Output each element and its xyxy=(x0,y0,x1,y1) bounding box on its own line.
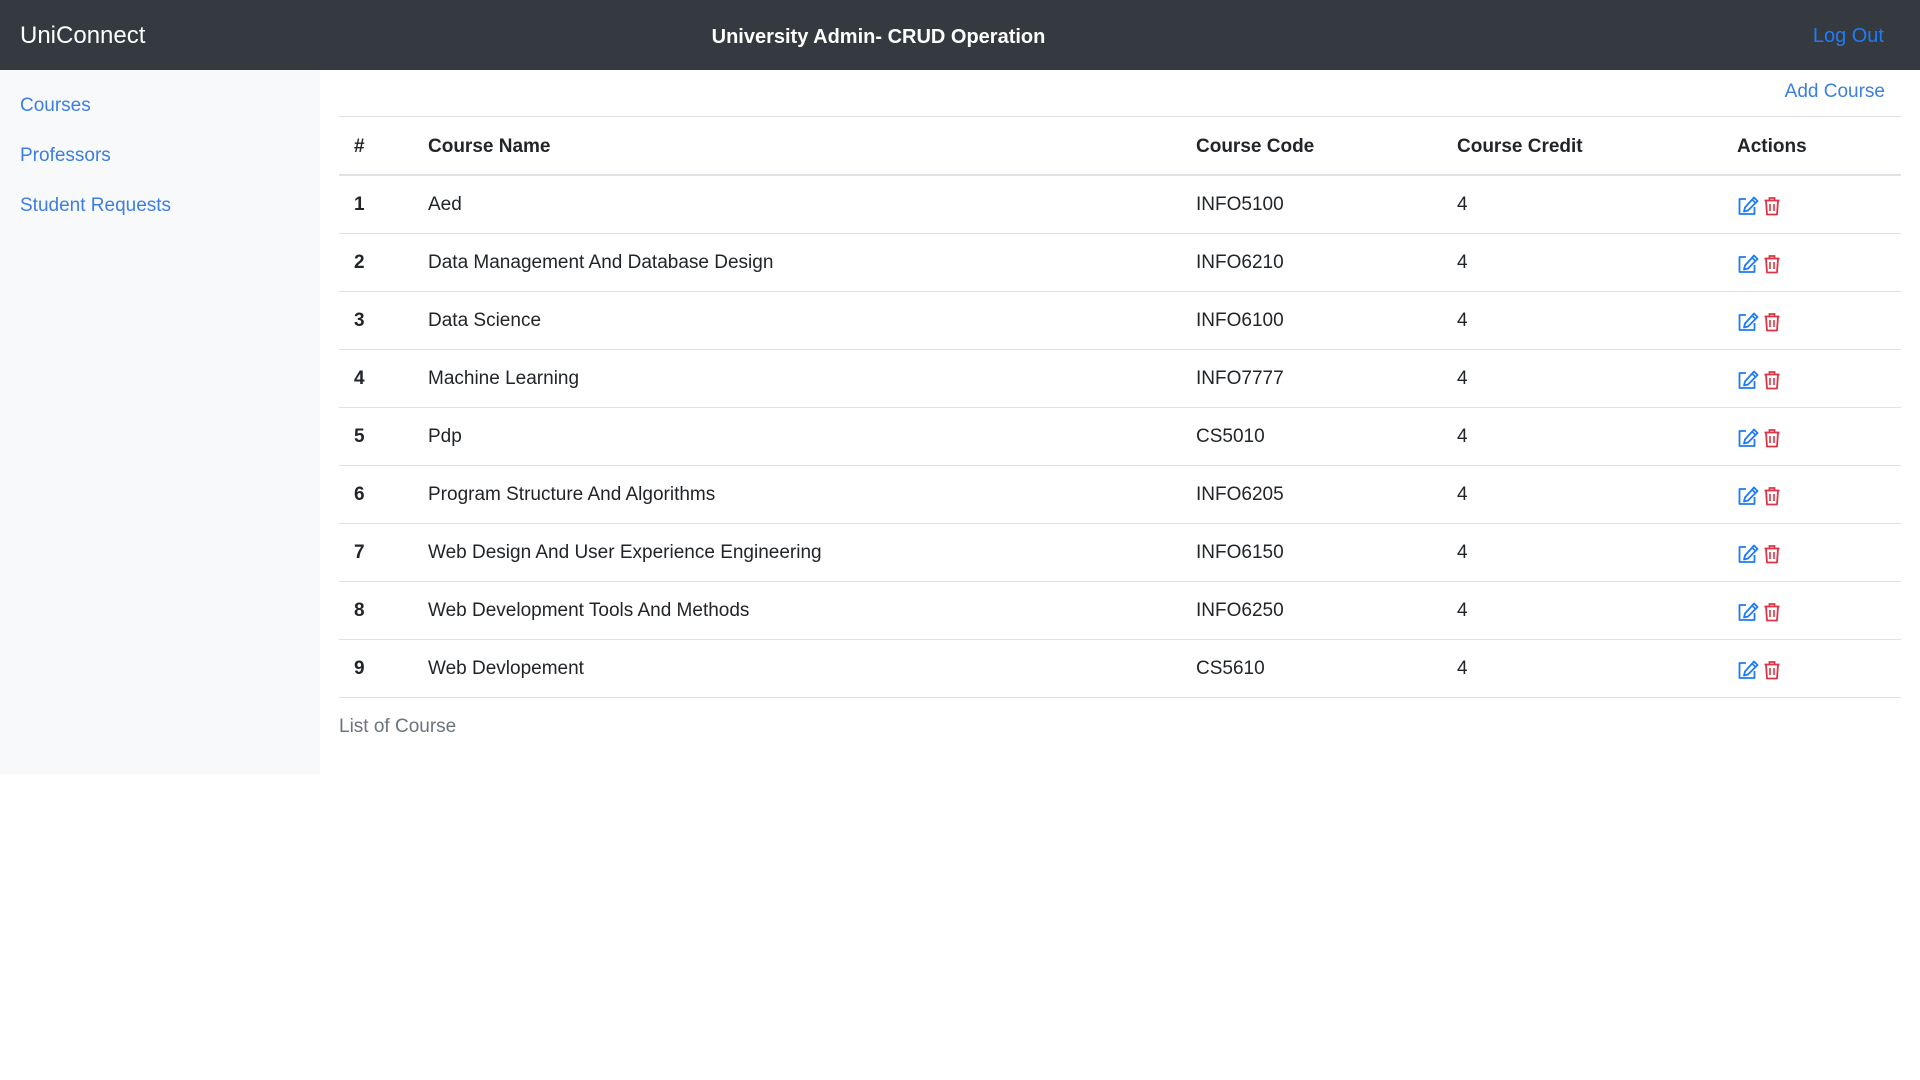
course-credit-cell: 4 xyxy=(1457,194,1468,215)
course-code-cell: INFO6210 xyxy=(1196,252,1284,273)
table-body: 1 Aed INFO5100 4 2 Data Management And Databa… xyxy=(339,176,1901,698)
course-name-cell: Web Development Tools And Methods xyxy=(428,600,750,621)
sidebar-item-student-requests[interactable]: Student Requests xyxy=(20,195,171,217)
course-code-cell: CS5610 xyxy=(1196,658,1265,679)
course-name-cell: Program Structure And Algorithms xyxy=(428,484,716,505)
table-caption: List of Course xyxy=(339,716,457,737)
trash-icon[interactable] xyxy=(1763,370,1781,395)
table-row: 6 Program Structure And Algorithms INFO620… xyxy=(339,466,1901,524)
edit-icon[interactable] xyxy=(1737,254,1759,279)
row-number: 3 xyxy=(354,310,365,331)
table-row: 5 Pdp CS5010 4 xyxy=(339,408,1901,466)
row-number: 4 xyxy=(354,368,365,389)
course-name-cell: Data Science xyxy=(428,310,542,331)
trash-icon[interactable] xyxy=(1763,602,1781,627)
row-number: 2 xyxy=(354,252,365,273)
edit-icon[interactable] xyxy=(1737,660,1759,685)
course-credit-cell: 4 xyxy=(1457,542,1468,563)
course-credit-cell: 4 xyxy=(1457,252,1468,273)
row-number: 9 xyxy=(354,658,365,679)
course-name-cell: Web Design And User Experience Engineeri… xyxy=(428,542,822,563)
row-number: 1 xyxy=(354,194,365,215)
course-code-cell: INFO5100 xyxy=(1196,194,1284,215)
row-number: 8 xyxy=(354,600,365,621)
table-row: 4 Machine Learning INFO7777 4 xyxy=(339,350,1901,408)
trash-icon[interactable] xyxy=(1763,254,1781,279)
edit-icon[interactable] xyxy=(1737,312,1759,337)
table-row: 3 Data Science INFO6100 4 xyxy=(339,292,1901,350)
sidebar-item-courses[interactable]: Courses xyxy=(20,95,91,117)
course-name-cell: Web Devlopement xyxy=(428,658,584,679)
course-credit-cell: 4 xyxy=(1457,368,1468,389)
edit-icon[interactable] xyxy=(1737,602,1759,627)
header-course-name: Course Name xyxy=(428,136,551,157)
table-row: 7 Web Design And User Experience Engineer… xyxy=(339,524,1901,582)
add-course-link[interactable]: Add Course xyxy=(1785,81,1885,103)
row-number: 6 xyxy=(354,484,365,505)
row-number: 5 xyxy=(354,426,365,447)
course-code-cell: INFO6100 xyxy=(1196,310,1284,331)
trash-icon[interactable] xyxy=(1763,486,1781,511)
edit-icon[interactable] xyxy=(1737,428,1759,453)
course-name-cell: Pdp xyxy=(428,426,462,447)
trash-icon[interactable] xyxy=(1763,544,1781,569)
table-row: 8 Web Development Tools And Methods INFO62… xyxy=(339,582,1901,640)
course-code-cell: CS5010 xyxy=(1196,426,1265,447)
trash-icon[interactable] xyxy=(1763,196,1781,221)
sidebar: Courses Professors Student Requests xyxy=(0,70,320,774)
table-row: 9 Web Devlopement CS5610 4 xyxy=(339,640,1901,698)
course-name-cell: Machine Learning xyxy=(428,368,580,389)
sidebar-item-professors[interactable]: Professors xyxy=(20,145,111,167)
edit-icon[interactable] xyxy=(1737,544,1759,569)
course-credit-cell: 4 xyxy=(1457,426,1468,447)
course-name-cell: Data Management And Database Design xyxy=(428,252,774,273)
trash-icon[interactable] xyxy=(1763,312,1781,337)
edit-icon[interactable] xyxy=(1737,486,1759,511)
header-actions: Actions xyxy=(1737,136,1807,157)
logout-link[interactable]: Log Out xyxy=(1813,0,1884,70)
course-code-cell: INFO7777 xyxy=(1196,368,1284,389)
edit-icon[interactable] xyxy=(1737,196,1759,221)
course-code-cell: INFO6150 xyxy=(1196,542,1284,563)
course-credit-cell: 4 xyxy=(1457,484,1468,505)
course-credit-cell: 4 xyxy=(1457,310,1468,331)
table-row: 2 Data Management And Database Design INFO… xyxy=(339,234,1901,292)
course-code-cell: INFO6250 xyxy=(1196,600,1284,621)
header-number: # xyxy=(354,136,365,157)
course-credit-cell: 4 xyxy=(1457,600,1468,621)
course-name-cell: Aed xyxy=(428,194,462,215)
trash-icon[interactable] xyxy=(1763,660,1781,685)
courses-table: # Course Name Course Code Course Credit … xyxy=(339,116,1901,698)
page-title: University Admin- CRUD Operation xyxy=(711,26,1046,48)
table-row: 1 Aed INFO5100 4 xyxy=(339,176,1901,234)
header-course-credit: Course Credit xyxy=(1457,136,1583,157)
edit-icon[interactable] xyxy=(1737,370,1759,395)
trash-icon[interactable] xyxy=(1763,428,1781,453)
row-number: 7 xyxy=(354,542,365,563)
table-header-row: # Course Name Course Code Course Credit … xyxy=(339,117,1901,176)
course-code-cell: INFO6205 xyxy=(1196,484,1284,505)
course-credit-cell: 4 xyxy=(1457,658,1468,679)
header-course-code: Course Code xyxy=(1196,136,1315,157)
top-navbar: UniConnect University Admin- CRUD Operat… xyxy=(0,0,1920,70)
